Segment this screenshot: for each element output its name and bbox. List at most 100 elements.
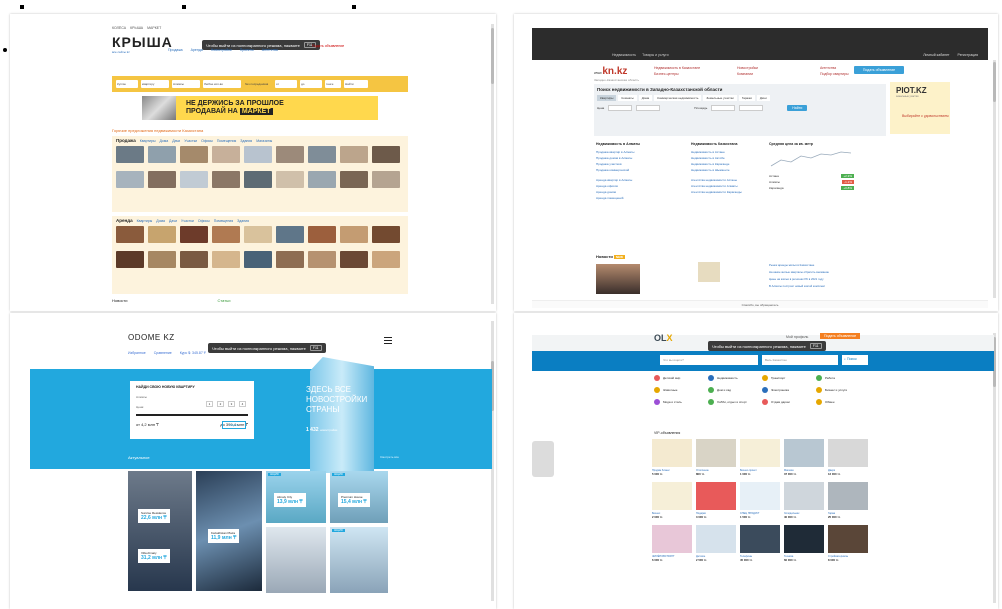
- news-item[interactable]: На какие жилые кварталы обратить внимани…: [769, 269, 909, 276]
- news-heading[interactable]: Новости: [112, 298, 127, 303]
- listing-thumb[interactable]: [244, 251, 272, 273]
- vip-listing[interactable]: Холодильник 40 000 тг.: [784, 482, 824, 519]
- knkz-logo[interactable]: www.kn.kz: [594, 66, 627, 77]
- rent-link[interactable]: Дачи: [169, 219, 177, 223]
- tab-land[interactable]: Земельные участки: [703, 95, 737, 101]
- news-item[interactable]: Рынок аренды жилья в Казахстане: [769, 262, 909, 269]
- listing-thumb[interactable]: [340, 226, 368, 248]
- listing-thumb[interactable]: [212, 226, 240, 248]
- category-item[interactable]: Детский мир: [654, 375, 708, 381]
- listing-thumb[interactable]: [308, 171, 336, 193]
- app-promo-phone[interactable]: [532, 441, 554, 477]
- tab-commercial[interactable]: Коммерческая недвижимость: [654, 95, 702, 101]
- tab-garages[interactable]: Гаражи: [738, 95, 755, 101]
- vip-listing[interactable]: Подарки 3 000 тг.: [696, 482, 736, 519]
- menu-sale[interactable]: Продажа: [168, 48, 183, 52]
- compare-link[interactable]: Сравнение: [154, 351, 172, 355]
- vip-listing[interactable]: Двери 12 000 тг.: [828, 439, 868, 476]
- listing-thumb[interactable]: [148, 146, 176, 168]
- listing-thumb[interactable]: [372, 146, 400, 168]
- category-item[interactable]: Работа: [816, 375, 870, 381]
- listing-thumb[interactable]: [116, 251, 144, 273]
- type-select[interactable]: квартиру: [141, 80, 169, 88]
- tab-apartments[interactable]: Квартиры: [597, 95, 617, 101]
- menu-projects[interactable]: Проекты: [240, 48, 254, 52]
- scrollbar[interactable]: [491, 24, 494, 304]
- room-option[interactable]: 2: [217, 401, 224, 407]
- category-item[interactable]: Бизнес и услуги: [816, 387, 870, 393]
- listing-thumb[interactable]: [180, 146, 208, 168]
- listing-thumb[interactable]: [276, 171, 304, 193]
- menu-agencies[interactable]: Агентства: [262, 48, 278, 52]
- scrollbar[interactable]: [993, 60, 996, 298]
- listing-thumb[interactable]: [148, 171, 176, 193]
- vip-listing[interactable]: СПЕЦ ПРОДУКТ 1 500 тг.: [740, 482, 780, 519]
- see-all-link[interactable]: Смотреть все: [380, 455, 399, 459]
- search-input[interactable]: Что вы ищете?: [660, 355, 758, 365]
- listing-thumb[interactable]: [212, 251, 240, 273]
- scrollbar[interactable]: [993, 333, 996, 603]
- search-button[interactable]: ⌕ Поиск: [842, 355, 868, 365]
- nav-kolesa[interactable]: КОЛЁСА: [112, 26, 126, 30]
- listing-tile[interactable]: АКЦИЯ: [330, 527, 388, 593]
- bottom-bar[interactable]: Спасибо, вы обращаетесь: [532, 300, 988, 308]
- room-option[interactable]: 1: [206, 401, 213, 407]
- search-button[interactable]: Искать: [222, 421, 246, 429]
- menu-rent[interactable]: Аренда: [191, 48, 203, 52]
- olx-logo[interactable]: OLX: [654, 333, 673, 343]
- sale-link[interactable]: Магазины: [256, 139, 272, 143]
- listing-thumb[interactable]: [372, 251, 400, 273]
- listing-thumb[interactable]: [276, 226, 304, 248]
- favorites-link[interactable]: Избранное: [128, 351, 146, 355]
- area-to-input[interactable]: [739, 105, 764, 111]
- sale-link[interactable]: Участки: [184, 139, 197, 143]
- articles-heading[interactable]: Статьи: [217, 298, 230, 303]
- listing-thumb[interactable]: [180, 251, 208, 273]
- listing-thumb[interactable]: [244, 146, 272, 168]
- menu-icon[interactable]: [384, 335, 392, 346]
- category-item[interactable]: Отдам даром: [762, 399, 816, 405]
- rent-link[interactable]: Здания: [237, 219, 249, 223]
- vip-listing[interactable]: Магазин 37 000 тг.: [784, 439, 824, 476]
- header-link[interactable]: Компании: [737, 72, 812, 76]
- listing-thumb[interactable]: [116, 226, 144, 248]
- column-link[interactable]: Недвижимость в Шымкенте: [691, 167, 776, 173]
- listing-thumb[interactable]: [340, 251, 368, 273]
- room-option[interactable]: 4: [239, 401, 246, 407]
- currency-select[interactable]: тенге: [325, 80, 341, 88]
- vip-listing[interactable]: Бизнес 2 000 тг.: [652, 482, 692, 519]
- find-button[interactable]: Найти: [787, 105, 808, 111]
- menu-newbuilds[interactable]: Новостройки: [211, 48, 232, 52]
- listing-thumb[interactable]: [340, 146, 368, 168]
- price-to-input[interactable]: до: [300, 80, 322, 88]
- listing-thumb[interactable]: [244, 171, 272, 193]
- listing-thumb[interactable]: [308, 146, 336, 168]
- sale-link[interactable]: Дачи: [172, 139, 180, 143]
- vip-listing[interactable]: Стройматериалы 8 000 тг.: [828, 525, 868, 562]
- price-from-input[interactable]: [608, 105, 633, 111]
- listing-thumb[interactable]: [116, 171, 144, 193]
- nav-realty[interactable]: Недвижимость: [612, 53, 636, 57]
- city-select[interactable]: Алматы: [136, 395, 248, 399]
- sale-link[interactable]: Квартиры: [140, 139, 156, 143]
- tab-rooms[interactable]: Комнаты: [618, 95, 637, 101]
- vip-listing[interactable]: Телефоны 45 000 тг.: [740, 525, 780, 562]
- listing-thumb[interactable]: [372, 226, 400, 248]
- news-thumbnail[interactable]: [698, 262, 720, 282]
- listing-thumb[interactable]: [308, 251, 336, 273]
- vip-listing[interactable]: Бизнес-проект 1 000 тг.: [740, 439, 780, 476]
- listing-thumb[interactable]: [276, 251, 304, 273]
- add-listing-button[interactable]: Подать объявление: [854, 66, 904, 74]
- odome-logo[interactable]: ODOME KZ: [128, 333, 175, 342]
- listing-thumb[interactable]: [148, 251, 176, 273]
- header-link[interactable]: Недвижимость в Казахстане: [654, 66, 729, 70]
- deal-select[interactable]: Куплю: [116, 80, 138, 88]
- nav-register[interactable]: Регистрация: [958, 53, 978, 57]
- listing-thumb[interactable]: [244, 226, 272, 248]
- region-tagline[interactable]: Западно-Казахстанская область: [594, 78, 639, 82]
- header-link[interactable]: Бизнес-центры: [654, 72, 729, 76]
- rent-link[interactable]: Квартиры: [137, 219, 153, 223]
- listing-tile[interactable]: АКЦИЯ Almaty City 13,9 млн ₸: [266, 471, 326, 523]
- news-item[interactable]: В Алматы построят новый жилой комплекс: [769, 283, 909, 290]
- listing-thumb[interactable]: [180, 171, 208, 193]
